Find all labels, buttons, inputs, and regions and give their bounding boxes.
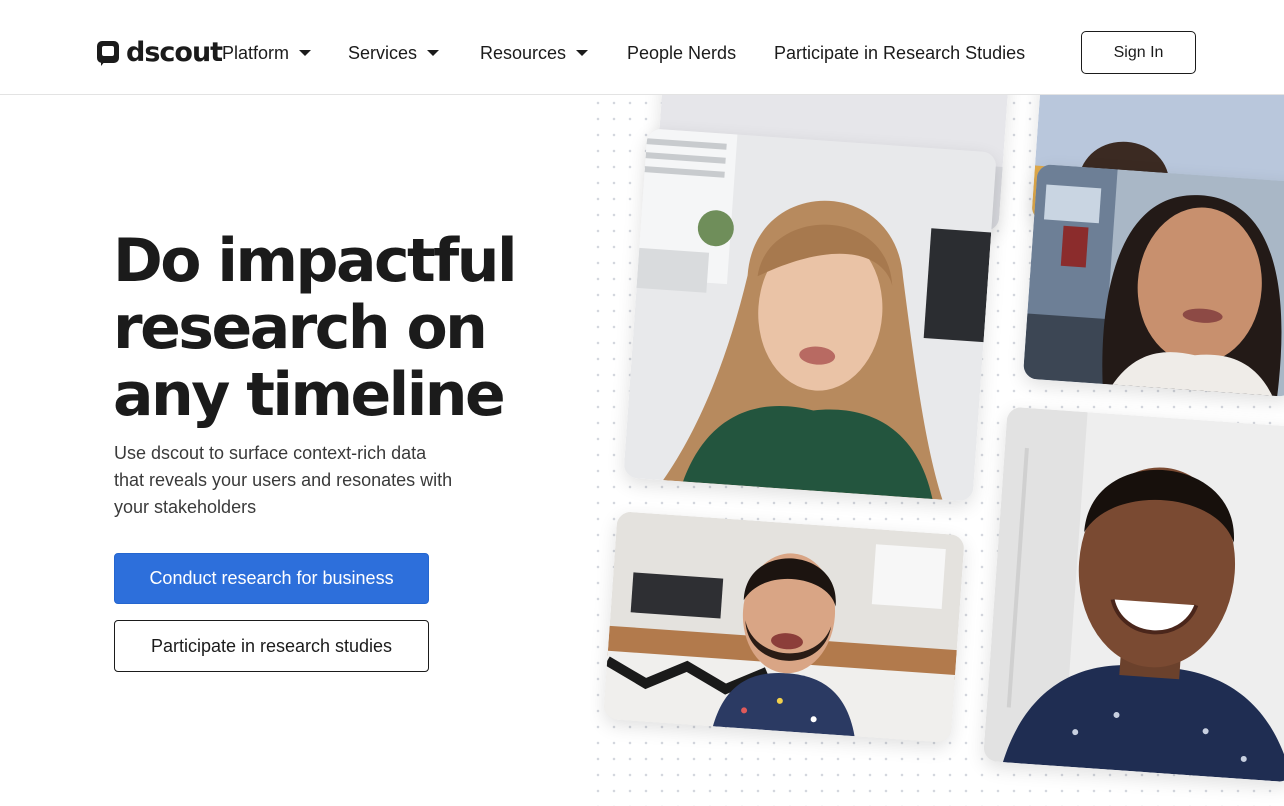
hero-title-line: Do impactful <box>113 226 518 296</box>
participant-photo <box>603 511 965 743</box>
participant-photo-collage <box>590 95 1284 806</box>
site-header: dscout Platform Services Resources Peopl… <box>0 0 1284 95</box>
nav-people-nerds[interactable]: People Nerds <box>627 40 736 66</box>
nav-resources-label: Resources <box>480 42 567 63</box>
logo-wordmark: dscout <box>126 36 223 68</box>
hero-title-line: any timeline <box>113 360 506 430</box>
participant-photo <box>1022 163 1284 398</box>
hero-title-line: research on <box>113 293 488 363</box>
nav-services[interactable]: Services <box>348 40 440 66</box>
nav-resources[interactable]: Resources <box>480 40 589 66</box>
sign-in-button[interactable]: Sign In <box>1081 31 1196 74</box>
participant-photo <box>982 406 1284 783</box>
nav-participate-label: Participate in Research Studies <box>774 42 1026 63</box>
nav-services-label: Services <box>348 42 418 63</box>
nav-platform-label: Platform <box>222 42 290 63</box>
chevron-down-icon <box>299 50 312 56</box>
chevron-down-icon <box>427 50 440 56</box>
participate-research-button[interactable]: Participate in research studies <box>114 620 429 672</box>
chevron-down-icon <box>576 50 589 56</box>
hero-subtitle: Use dscout to surface context-rich data … <box>114 443 453 517</box>
nav-participate[interactable]: Participate in Research Studies <box>774 40 1025 66</box>
hero-title: Do impactful research on any timeline <box>113 228 533 429</box>
dscout-logo-icon <box>97 41 119 66</box>
conduct-research-button[interactable]: Conduct research for business <box>114 553 429 604</box>
dscout-logo[interactable]: dscout <box>97 36 223 68</box>
participant-photo <box>623 128 997 502</box>
nav-platform[interactable]: Platform <box>222 40 312 66</box>
nav-people-nerds-label: People Nerds <box>627 42 737 63</box>
